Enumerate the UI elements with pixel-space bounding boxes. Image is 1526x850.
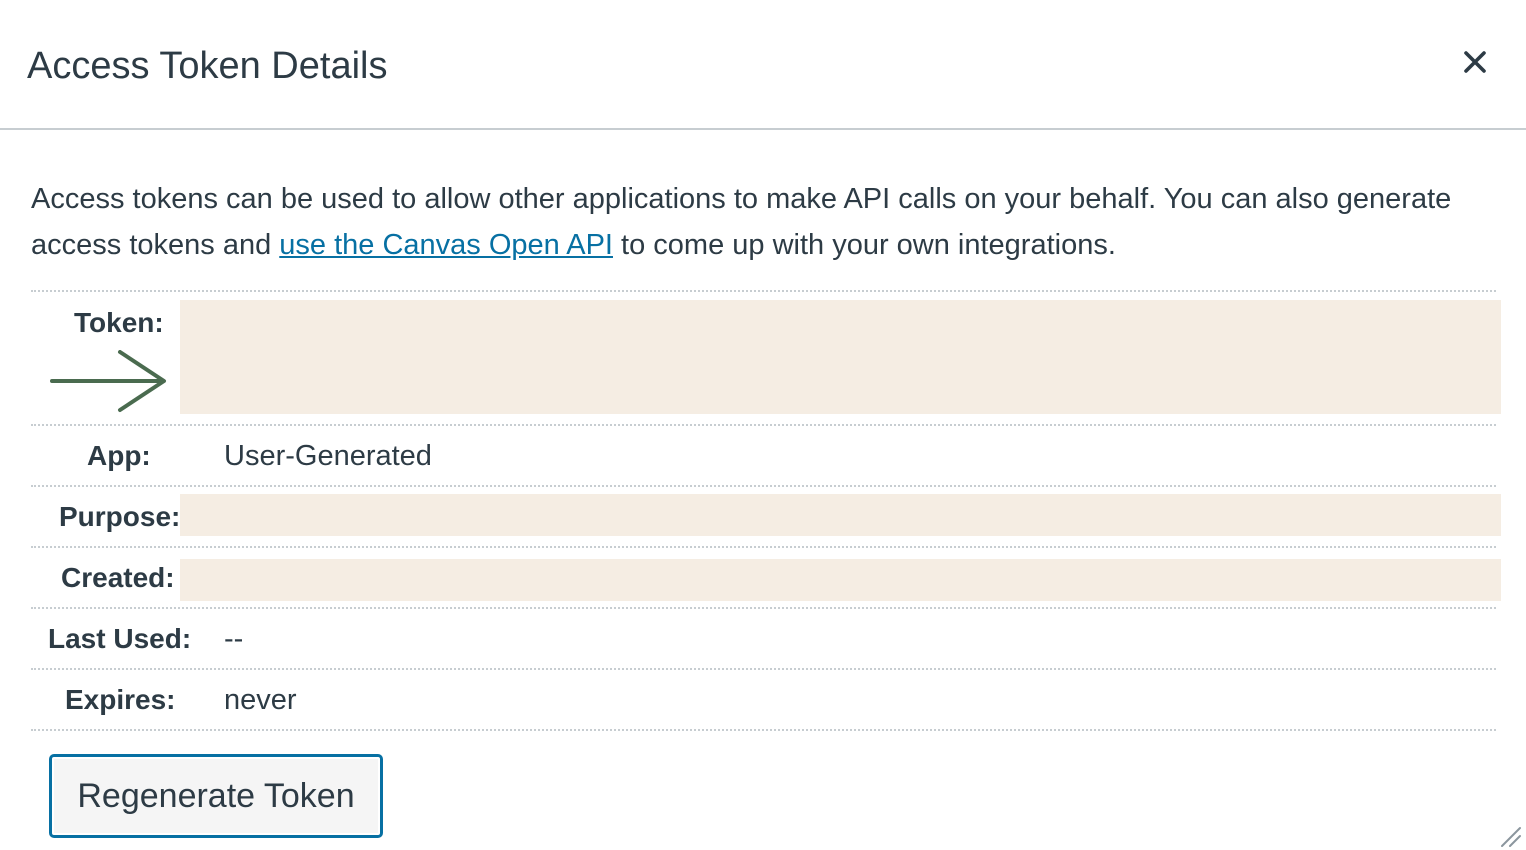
row-divider xyxy=(31,729,1496,731)
access-token-dialog: Access Token Details Access tokens can b… xyxy=(0,0,1526,850)
resize-handle-icon[interactable] xyxy=(1496,824,1524,848)
canvas-open-api-link[interactable]: use the Canvas Open API xyxy=(279,229,613,261)
app-value: User-Generated xyxy=(224,440,432,472)
row-divider xyxy=(31,668,1496,670)
close-icon xyxy=(1464,51,1486,73)
token-label: Token: xyxy=(74,307,164,338)
last-used-value: -- xyxy=(224,623,244,655)
app-label: App: xyxy=(87,440,151,471)
dialog-header: Access Token Details xyxy=(0,0,1526,130)
expires-value: never xyxy=(224,684,297,716)
row-divider xyxy=(31,290,1496,292)
token-value-redacted xyxy=(180,300,1501,414)
expires-label: Expires: xyxy=(65,684,176,715)
arrow-right-icon xyxy=(50,350,166,412)
intro-text-after: to come up with your own integrations. xyxy=(612,229,1116,261)
last-used-label: Last Used: xyxy=(48,623,192,654)
purpose-value-redacted xyxy=(180,494,1501,536)
row-divider xyxy=(31,485,1496,487)
created-label: Created: xyxy=(61,562,175,593)
intro-text: Access tokens can be used to allow other… xyxy=(31,176,1511,268)
purpose-label: Purpose: xyxy=(59,501,181,532)
created-value-redacted xyxy=(180,559,1501,601)
regenerate-token-button[interactable]: Regenerate Token xyxy=(49,754,383,838)
dialog-title: Access Token Details xyxy=(27,45,388,87)
row-divider xyxy=(31,607,1496,609)
close-button[interactable] xyxy=(1455,42,1495,82)
row-divider xyxy=(31,546,1496,548)
row-divider xyxy=(31,424,1496,426)
